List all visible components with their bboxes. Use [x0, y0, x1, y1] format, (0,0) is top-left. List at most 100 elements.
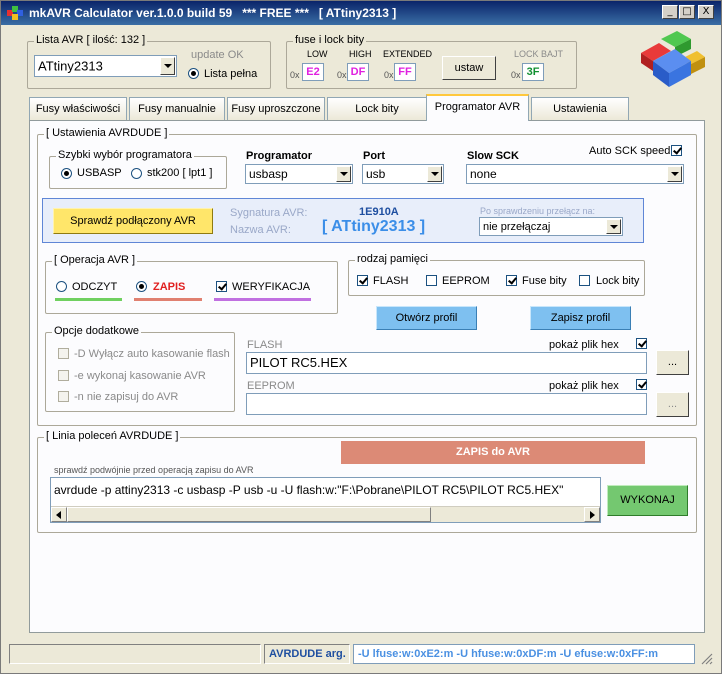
status-args-value: -U lfuse:w:0xE2:m -U hfuse:w:0xDF:m -U e…: [353, 644, 695, 664]
extended-fuse-label: EXTENDED: [383, 49, 433, 59]
slow-sck-label: Slow SCK: [467, 150, 519, 162]
scroll-thumb[interactable]: [67, 507, 431, 522]
opt-chip-erase-label: -e wykonaj kasowanie AVR: [74, 370, 206, 382]
flash-file-input[interactable]: PILOT RC5.HEX: [246, 352, 647, 374]
tab-fuse-manual[interactable]: Fusy manualnie: [129, 97, 225, 120]
scroll-left-button[interactable]: [51, 507, 67, 522]
flash-label: FLASH: [373, 275, 409, 287]
auto-sck-checkbox[interactable]: [671, 145, 682, 156]
operation-label: [ Operacja AVR ]: [52, 254, 138, 266]
eeprom-show-hex-checkbox[interactable]: [636, 379, 647, 390]
after-check-select[interactable]: nie przełączaj: [479, 217, 623, 236]
eeprom-browse-button[interactable]: ...: [656, 392, 689, 417]
lock-bits-checkbox[interactable]: [579, 275, 590, 286]
tab-settings[interactable]: Ustawienia: [531, 97, 629, 120]
verify-color-bar: [214, 298, 311, 301]
write-banner: ZAPIS do AVR: [341, 441, 645, 464]
quick-select-label: Szybki wybór programatora: [56, 149, 194, 161]
app-window: mkAVR Calculator ver.1.0.0 build 59 *** …: [0, 0, 722, 674]
chevron-left-icon: [56, 511, 61, 519]
execute-button[interactable]: WYKONAJ: [607, 485, 688, 516]
verify-checkbox[interactable]: [216, 281, 227, 292]
eeprom-checkbox[interactable]: [426, 275, 437, 286]
resize-grip-icon[interactable]: [701, 653, 713, 665]
read-radio[interactable]: [56, 281, 67, 292]
high-fuse-value[interactable]: DF: [347, 63, 369, 81]
save-profile-button[interactable]: Zapisz profil: [530, 306, 631, 330]
tab-lock-bits[interactable]: Lock bity: [327, 97, 427, 120]
port-value: usb: [366, 167, 386, 181]
extended-fuse-value[interactable]: FF: [394, 63, 416, 81]
avr-list-label: Lista AVR [ ilość: 132 ]: [34, 34, 148, 46]
memory-type-label: rodzaj pamięci: [355, 253, 430, 265]
usbasp-radio[interactable]: [61, 168, 72, 179]
fuse-bits-label: Fuse bity: [522, 275, 567, 287]
chevron-down-icon[interactable]: [336, 166, 351, 182]
opt-chip-erase-checkbox[interactable]: [58, 370, 69, 381]
chevron-right-icon: [590, 511, 595, 519]
low-fuse-label: LOW: [307, 49, 328, 59]
signature-value: 1E910A: [359, 206, 399, 218]
write-color-bar: [134, 298, 202, 301]
lock-byte-label: LOCK BAJT: [514, 49, 564, 59]
read-label: ODCZYT: [72, 281, 118, 293]
avr-select[interactable]: ATtiny2313: [34, 55, 177, 77]
extended-fuse-prefix: 0x: [384, 70, 394, 80]
avr-select-value: ATtiny2313: [38, 58, 103, 74]
close-button[interactable]: X: [698, 5, 714, 19]
title-bar: mkAVR Calculator ver.1.0.0 build 59 *** …: [1, 1, 721, 25]
options-label: Opcje dodatkowe: [52, 325, 141, 337]
command-textbox[interactable]: avrdude -p attiny2313 -c usbasp -P usb -…: [50, 477, 601, 523]
tab-fuse-properties[interactable]: Fusy właściwości: [29, 97, 127, 120]
avr-name-label: Nazwa AVR:: [230, 224, 291, 236]
command-scrollbar[interactable]: [51, 506, 600, 522]
write-radio[interactable]: [136, 281, 147, 292]
command-line-label: [ Linia poleceń AVRDUDE ]: [44, 430, 181, 442]
after-check-value: nie przełączaj: [483, 220, 551, 233]
tab-avr-programmer[interactable]: Programator AVR: [426, 94, 529, 121]
lock-byte-value[interactable]: 3F: [522, 63, 544, 81]
flash-checkbox[interactable]: [357, 275, 368, 286]
app-logo: [641, 31, 705, 87]
read-color-bar: [55, 298, 122, 301]
full-list-label: Lista pełna: [204, 68, 258, 80]
fuse-bits-checkbox[interactable]: [506, 275, 517, 286]
window-title: mkAVR Calculator ver.1.0.0 build 59 *** …: [29, 6, 397, 20]
chevron-down-icon[interactable]: [160, 57, 175, 75]
auto-sck-label: Auto SCK speed: [589, 145, 671, 157]
opt-no-write-checkbox[interactable]: [58, 391, 69, 402]
verify-label: WERYFIKACJA: [232, 281, 311, 293]
minimize-button[interactable]: _: [662, 5, 678, 19]
opt-no-auto-erase-checkbox[interactable]: [58, 348, 69, 359]
signature-label: Sygnatura AVR:: [230, 207, 308, 219]
tab-fuse-simplified[interactable]: Fusy uproszczone: [227, 97, 325, 120]
programmer-value: usbasp: [249, 167, 288, 181]
maximize-button[interactable]: □: [679, 5, 695, 19]
high-fuse-label: HIGH: [349, 49, 372, 59]
set-fuses-button[interactable]: ustaw: [442, 56, 496, 80]
programmer-label: Programator: [246, 150, 313, 162]
command-hint: sprawdź podwójnie przed operacją zapisu …: [54, 465, 254, 475]
eeprom-file-input[interactable]: [246, 393, 647, 415]
slow-sck-value: none: [470, 167, 497, 181]
programmer-select[interactable]: usbasp: [245, 164, 353, 184]
port-select[interactable]: usb: [362, 164, 444, 184]
flash-browse-button[interactable]: ...: [656, 350, 689, 375]
chevron-down-icon[interactable]: [667, 166, 682, 182]
stk200-radio[interactable]: [131, 168, 142, 179]
flash-show-hex-label: pokaż plik hex: [549, 339, 619, 351]
flash-show-hex-checkbox[interactable]: [636, 338, 647, 349]
chevron-down-icon[interactable]: [427, 166, 442, 182]
chevron-down-icon[interactable]: [606, 219, 621, 234]
high-fuse-prefix: 0x: [337, 70, 347, 80]
lock-byte-prefix: 0x: [511, 70, 521, 80]
avr-name-value: [ ATtiny2313 ]: [322, 218, 426, 235]
low-fuse-value[interactable]: E2: [302, 63, 324, 81]
fuse-group-label: fuse i lock bity: [293, 34, 367, 46]
open-profile-button[interactable]: Otwórz profil: [376, 306, 477, 330]
scroll-right-button[interactable]: [584, 507, 600, 522]
status-left-pane: [9, 644, 261, 664]
check-avr-button[interactable]: Sprawdź podłączony AVR: [53, 208, 213, 234]
slow-sck-select[interactable]: none: [466, 164, 684, 184]
full-list-radio[interactable]: [188, 68, 199, 79]
